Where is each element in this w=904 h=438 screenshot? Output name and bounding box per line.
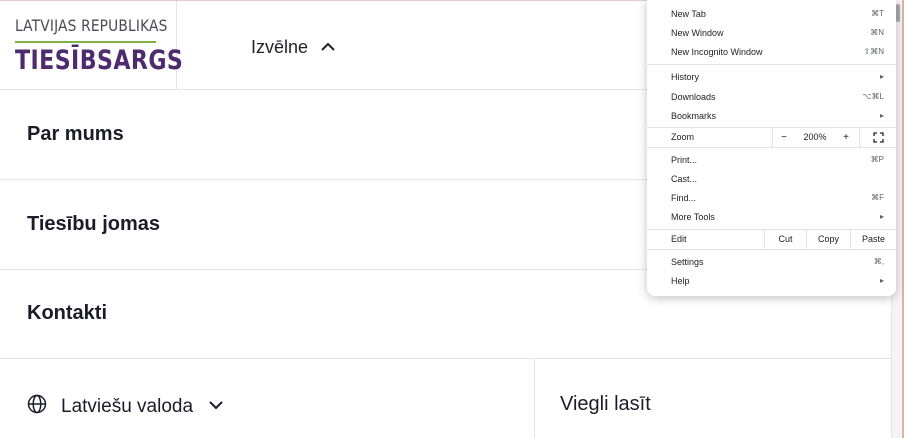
menu-item-shortcut: ⌘, — [873, 257, 884, 266]
submenu-arrow-icon: ▸ — [879, 72, 884, 81]
menu-toggle-button[interactable]: Izvēlne — [251, 35, 336, 59]
menu-item-label: New Window — [671, 27, 724, 38]
zoom-label: Zoom — [671, 132, 695, 142]
menu-item-label: Settings — [671, 256, 704, 267]
paste-button[interactable]: Paste — [850, 229, 896, 249]
menu-item-new-window[interactable]: New Window ⌘N — [647, 23, 896, 42]
menu-item-print[interactable]: Print... ⌘P — [647, 150, 896, 169]
chevron-down-icon — [207, 395, 225, 418]
zoom-controls: − 200% + — [772, 127, 896, 147]
zoom-out-button[interactable]: − — [773, 132, 795, 143]
menu-footer: Latviešu valoda Viegli lasīt — [0, 358, 891, 438]
submenu-arrow-icon: ▸ — [879, 276, 884, 285]
menu-item-new-incognito-window[interactable]: New Incognito Window ⇧⌘N — [647, 42, 896, 61]
menu-item-label: Cast... — [671, 173, 698, 184]
menu-item-shortcut: ⌘P — [870, 155, 884, 164]
nav-item-label: Par mums — [27, 123, 124, 145]
menu-item-bookmarks[interactable]: Bookmarks ▸ — [647, 106, 896, 125]
menu-item-label: Print... — [671, 154, 698, 165]
edit-row: Edit Cut Copy Paste — [647, 229, 896, 249]
menu-separator — [647, 64, 896, 65]
menu-item-new-tab[interactable]: New Tab ⌘T — [647, 4, 896, 23]
language-label: Latviešu valoda — [61, 395, 194, 417]
zoom-in-button[interactable]: + — [835, 132, 857, 143]
cut-button[interactable]: Cut — [764, 229, 806, 249]
submenu-arrow-icon: ▸ — [879, 111, 884, 120]
copy-button[interactable]: Copy — [806, 229, 850, 249]
menu-item-history[interactable]: History ▸ — [647, 67, 896, 86]
globe-icon — [27, 394, 47, 419]
logo-subtitle: LATVIJAS REPUBLIKAS — [15, 16, 168, 35]
menu-separator — [647, 147, 896, 148]
menu-item-settings[interactable]: Settings ⌘, — [647, 252, 896, 271]
menu-item-shortcut: ⌥⌘L — [862, 92, 884, 101]
scrollbar-thumb[interactable] — [896, 4, 900, 22]
menu-item-help[interactable]: Help ▸ — [647, 271, 896, 290]
menu-toggle-label: Izvēlne — [251, 36, 309, 57]
menu-item-more-tools[interactable]: More Tools ▸ — [647, 207, 896, 226]
menu-item-label: Find... — [671, 192, 697, 203]
menu-item-shortcut: ⇧⌘N — [863, 47, 884, 56]
submenu-arrow-icon: ▸ — [879, 212, 884, 221]
menu-item-find[interactable]: Find... ⌘F — [647, 188, 896, 207]
fullscreen-icon[interactable] — [859, 127, 897, 147]
chevron-up-icon — [320, 39, 336, 55]
logo-divider — [15, 41, 156, 43]
menu-item-shortcut: ⌘N — [870, 28, 884, 37]
browser-context-menu: New Tab ⌘T New Window ⌘N New Incognito W… — [647, 0, 896, 296]
logo-title: TIESĪBSARGS — [15, 45, 184, 76]
menu-item-downloads[interactable]: Downloads ⌥⌘L — [647, 87, 896, 106]
menu-item-cast[interactable]: Cast... — [647, 169, 896, 188]
menu-item-label: Help — [671, 275, 690, 286]
easy-read-link[interactable]: Viegli lasīt — [560, 393, 651, 416]
menu-item-label: New Incognito Window — [671, 46, 763, 57]
menu-item-label: Downloads — [671, 91, 716, 102]
menu-item-shortcut: ⌘T — [871, 9, 884, 18]
menu-item-label: More Tools — [671, 211, 715, 222]
zoom-level: 200% — [803, 132, 827, 142]
menu-separator — [647, 249, 896, 250]
site-logo[interactable]: LATVIJAS REPUBLIKAS TIESĪBSARGS — [0, 1, 183, 89]
zoom-row: Zoom − 200% + — [647, 127, 896, 147]
menu-item-shortcut: ⌘F — [871, 193, 884, 202]
nav-item-label: Tiesību jomas — [27, 213, 161, 235]
edit-label: Edit — [671, 234, 687, 244]
footer-divider — [534, 358, 535, 438]
menu-item-label: New Tab — [671, 8, 706, 19]
menu-item-label: History — [671, 71, 700, 82]
menu-item-label: Bookmarks — [671, 110, 717, 121]
nav-item-label: Kontakti — [27, 302, 107, 324]
language-selector[interactable]: Latviešu valoda — [27, 394, 225, 419]
